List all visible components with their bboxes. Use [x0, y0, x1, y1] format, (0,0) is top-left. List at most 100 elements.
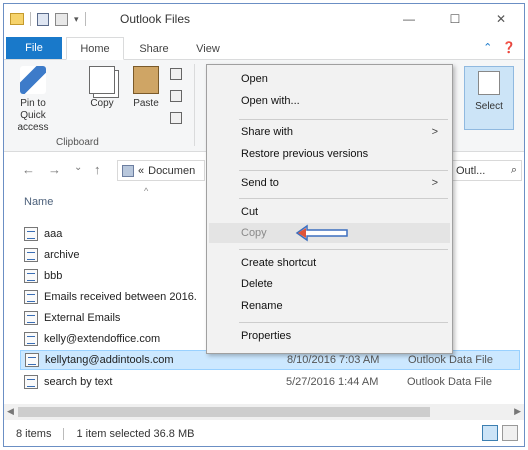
- search-icon[interactable]: ⌕: [511, 164, 517, 177]
- data-file-icon: [24, 269, 38, 283]
- menu-item-copy[interactable]: Copy: [209, 223, 450, 243]
- address-text: Documen: [148, 164, 196, 177]
- data-file-icon: [24, 227, 38, 241]
- menu-item-restore-versions[interactable]: Restore previous versions: [209, 144, 450, 164]
- menu-item-open-with[interactable]: Open with...: [209, 91, 450, 111]
- address-bar[interactable]: « Documen: [117, 160, 205, 181]
- folder-icon: [10, 13, 24, 25]
- pin-quick-access-button[interactable]: Pin to Quick access: [8, 66, 58, 134]
- ribbon-controls: ⌃ ❓: [483, 41, 516, 54]
- help-icon[interactable]: ❓: [502, 41, 516, 54]
- sort-ascending-icon: ^: [144, 186, 149, 196]
- menu-item-delete[interactable]: Delete: [209, 274, 450, 294]
- minimize-button[interactable]: —: [386, 4, 432, 34]
- clipboard-group-label: Clipboard: [56, 137, 99, 148]
- paste-label: Paste: [133, 98, 159, 109]
- arrow-pointer-icon: [295, 224, 348, 242]
- select-icon: [478, 71, 500, 95]
- paste-shortcut-icon[interactable]: [170, 112, 182, 124]
- new-folder-icon[interactable]: [55, 12, 68, 26]
- file-type: Outlook Data File: [407, 376, 492, 388]
- window-title: Outlook Files: [120, 12, 191, 26]
- search-input[interactable]: Outl... ⌕: [447, 160, 522, 181]
- menu-item-label: Send to: [241, 177, 279, 189]
- forward-arrow-icon[interactable]: →: [48, 162, 61, 177]
- close-button[interactable]: ✕: [478, 4, 524, 34]
- data-file-icon: [25, 353, 39, 367]
- chevron-up-icon[interactable]: ⌃: [483, 41, 492, 54]
- pin-icon: [20, 66, 46, 94]
- menu-item-rename[interactable]: Rename: [209, 296, 450, 316]
- copy-button[interactable]: Copy: [84, 66, 120, 110]
- items-count: 8 items: [16, 428, 52, 440]
- divider: [63, 428, 65, 440]
- search-text: Outl...: [456, 164, 486, 177]
- copy-icon: [89, 66, 115, 94]
- paste-icon: [133, 66, 159, 94]
- details-view-icon[interactable]: [482, 425, 498, 441]
- menu-item-send-to[interactable]: Send to >: [209, 173, 450, 193]
- tab-file[interactable]: File: [6, 37, 62, 59]
- divider: [194, 64, 195, 146]
- selection-info: 1 item selected 36.8 MB: [76, 428, 195, 440]
- menu-item-properties[interactable]: Properties: [209, 326, 450, 346]
- context-menu: Open Open with... Share with > Restore p…: [206, 64, 453, 354]
- scroll-right-icon[interactable]: ▶: [514, 406, 521, 417]
- pin-label: Pin to Quick access: [17, 98, 49, 133]
- maximize-button[interactable]: ☐: [432, 4, 478, 34]
- cut-icon[interactable]: [170, 68, 182, 80]
- tab-home[interactable]: Home: [66, 37, 124, 60]
- file-name: search by text: [44, 376, 113, 388]
- data-file-icon: [24, 311, 38, 325]
- data-file-icon: [24, 290, 38, 304]
- paste-button[interactable]: Paste: [128, 66, 164, 110]
- column-header-name[interactable]: Name: [24, 196, 53, 208]
- status-bar: 8 items 1 item selected 36.8 MB: [4, 422, 524, 446]
- folder-path-icon: [122, 164, 134, 177]
- menu-separator: [239, 170, 448, 171]
- file-date: 8/10/2016 7:03 AM: [287, 354, 380, 366]
- back-arrow-icon[interactable]: ←: [22, 162, 35, 177]
- menu-item-open[interactable]: Open: [209, 69, 450, 89]
- separator: [30, 12, 31, 26]
- file-type: Outlook Data File: [408, 354, 493, 366]
- menu-item-create-shortcut[interactable]: Create shortcut: [209, 253, 450, 273]
- data-file-icon: [24, 375, 38, 389]
- address-prefix: «: [138, 164, 145, 177]
- file-name: kellytang@addintools.com: [45, 354, 174, 366]
- horizontal-scrollbar[interactable]: ◀ ▶: [4, 404, 524, 420]
- copy-label: Copy: [90, 98, 114, 109]
- explorer-window: ▾ Outlook Files — ☐ ✕ File Home Share Vi…: [3, 3, 525, 447]
- up-arrow-icon[interactable]: ↑: [94, 162, 101, 177]
- menu-separator: [239, 249, 448, 250]
- select-button[interactable]: Select: [464, 66, 514, 130]
- quick-access-toolbar: ▾: [10, 12, 86, 26]
- properties-icon[interactable]: [37, 12, 49, 26]
- data-file-icon: [24, 332, 38, 346]
- scroll-left-icon[interactable]: ◀: [7, 406, 14, 417]
- window-controls: — ☐ ✕: [386, 4, 524, 34]
- separator: [84, 12, 86, 26]
- submenu-arrow-icon: >: [431, 177, 438, 189]
- menu-item-label: Copy: [241, 227, 267, 239]
- menu-item-label: Share with: [241, 126, 293, 138]
- recent-locations-icon[interactable]: ⌄: [74, 162, 82, 173]
- scrollbar-thumb[interactable]: [18, 407, 430, 417]
- menu-separator: [239, 198, 448, 199]
- menu-item-share-with[interactable]: Share with >: [209, 122, 450, 142]
- data-file-icon: [24, 248, 38, 262]
- ribbon-tabs: File Home Share View ⌃ ❓: [4, 36, 524, 60]
- chevron-down-icon[interactable]: ▾: [74, 14, 79, 25]
- large-icons-view-icon[interactable]: [502, 425, 518, 441]
- title-bar: ▾ Outlook Files — ☐ ✕: [4, 4, 524, 34]
- list-item[interactable]: search by text 5/27/2016 1:44 AM Outlook…: [20, 372, 520, 392]
- menu-separator: [239, 322, 448, 323]
- tab-share[interactable]: Share: [128, 37, 180, 60]
- menu-item-cut[interactable]: Cut: [209, 202, 450, 222]
- view-switcher: [482, 425, 518, 441]
- submenu-arrow-icon: >: [431, 126, 438, 138]
- file-date: 5/27/2016 1:44 AM: [286, 376, 379, 388]
- menu-separator: [239, 119, 448, 120]
- copy-path-icon[interactable]: [170, 90, 182, 102]
- tab-view[interactable]: View: [184, 37, 232, 60]
